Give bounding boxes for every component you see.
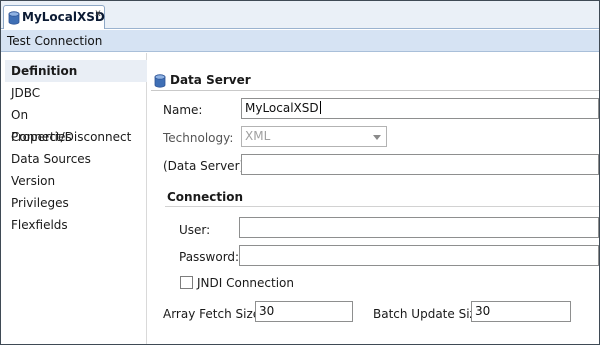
array-fetch-size-label: Array Fetch Size: xyxy=(163,307,265,321)
tab-mylocalxsd[interactable]: MyLocalXSD x xyxy=(3,5,105,29)
connection-section-header: Connection xyxy=(165,189,599,207)
sidebar-item-definition[interactable]: Definition xyxy=(5,60,147,82)
array-fetch-size-field[interactable]: 30 xyxy=(255,301,353,322)
user-label: User: xyxy=(179,223,211,237)
data-server-section-header: Data Server xyxy=(151,71,599,91)
sidebar-item-jdbc[interactable]: JDBC xyxy=(1,82,147,104)
sidebar-item-version[interactable]: Version xyxy=(1,170,147,192)
test-connection-button[interactable]: Test Connection xyxy=(7,34,102,48)
password-field[interactable] xyxy=(239,245,599,266)
technology-value: XML xyxy=(245,129,271,143)
technology-select[interactable]: XML xyxy=(241,126,387,147)
connection-title: Connection xyxy=(167,190,244,204)
name-field[interactable]: MyLocalXSD xyxy=(241,98,599,119)
name-label: Name: xyxy=(163,103,203,117)
batch-update-size-field[interactable]: 30 xyxy=(471,301,571,322)
sidebar-item-flexfields[interactable]: Flexfields xyxy=(1,214,147,236)
editor-window: MyLocalXSD x Test Connection Definition … xyxy=(0,0,600,345)
jndi-connection-checkbox[interactable] xyxy=(180,276,193,289)
sidebar-nav: Definition JDBC On Connect/Disconnect Pr… xyxy=(1,53,147,344)
sidebar-item-on-connect-disconnect[interactable]: On Connect/Disconnect xyxy=(1,104,147,144)
batch-update-size-value: 30 xyxy=(475,304,491,318)
jndi-connection-label: JNDI Connection xyxy=(197,276,295,290)
name-value: MyLocalXSD xyxy=(245,101,319,115)
user-field[interactable] xyxy=(239,217,599,238)
password-label: Password: xyxy=(179,250,240,264)
definition-panel: Data Server Name: MyLocalXSD Technology:… xyxy=(149,53,599,344)
text-cursor xyxy=(319,101,321,114)
toolbar: Test Connection xyxy=(1,30,599,52)
tab-title: MyLocalXSD xyxy=(22,10,105,24)
database-icon xyxy=(154,74,166,88)
chevron-down-icon xyxy=(373,135,381,140)
sidebar-item-properties[interactable]: Properties xyxy=(1,126,147,148)
tab-bar: MyLocalXSD x xyxy=(1,1,599,29)
sidebar-item-privileges[interactable]: Privileges xyxy=(1,192,147,214)
section-title: Data Server xyxy=(170,73,251,87)
technology-label: Technology: xyxy=(163,131,234,145)
sidebar-item-data-sources[interactable]: Data Sources xyxy=(1,148,147,170)
array-fetch-size-value: 30 xyxy=(259,304,275,318)
database-icon xyxy=(8,11,20,25)
close-icon[interactable]: x xyxy=(95,8,101,19)
data-server-label: (Data Server): xyxy=(163,159,249,173)
data-server-field[interactable] xyxy=(241,154,599,175)
